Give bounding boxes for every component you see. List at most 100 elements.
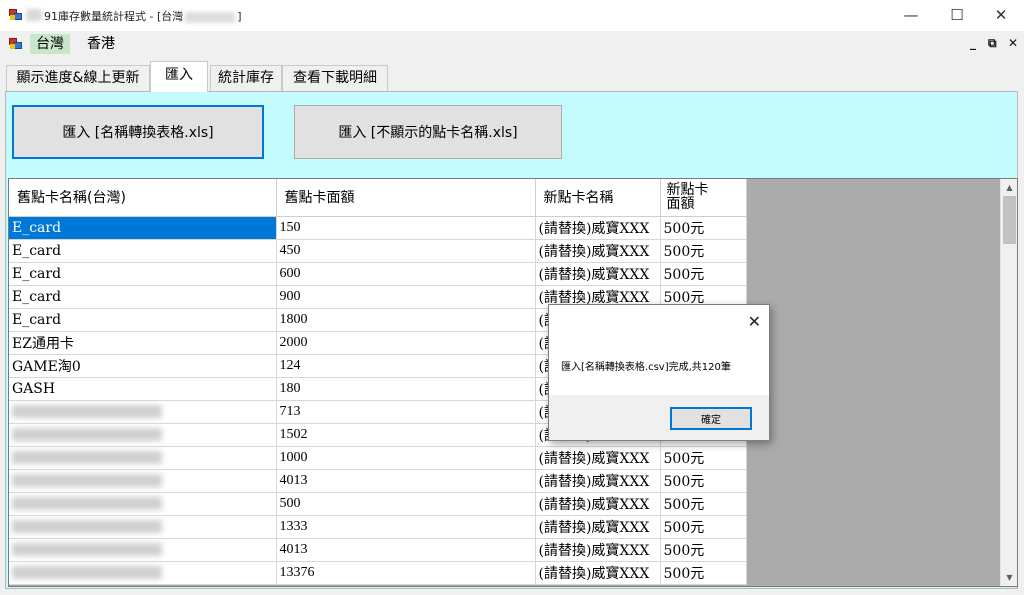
cell-old-name[interactable]: GAME淘0 bbox=[9, 354, 277, 378]
redacted-text bbox=[12, 405, 162, 418]
table-row[interactable]: 4013 (請替換)威寶XXX 500元 bbox=[9, 469, 747, 493]
maximize-button[interactable]: ☐ bbox=[934, 0, 980, 31]
app-icon[interactable] bbox=[9, 9, 23, 21]
cell-old-amount[interactable]: 713 bbox=[276, 400, 536, 424]
cell-old-amount[interactable]: 600 bbox=[276, 262, 536, 286]
close-button[interactable]: ✕ bbox=[978, 0, 1024, 31]
cell-new-amount[interactable]: 500元 bbox=[660, 561, 747, 585]
cell-new-amount[interactable]: 500元 bbox=[660, 262, 747, 286]
table-header-row: 舊點卡名稱(台灣) 舊點卡面額 新點卡名稱 新點卡 面額 bbox=[9, 179, 747, 217]
cell-new-amount[interactable]: 500元 bbox=[660, 216, 747, 240]
cell-new-name[interactable]: (請替換)威寶XXX bbox=[535, 492, 661, 516]
cell-old-name[interactable]: EZ通用卡 bbox=[9, 331, 277, 355]
cell-old-amount[interactable]: 1000 bbox=[276, 446, 536, 470]
redacted-text bbox=[12, 520, 162, 533]
cell-new-name[interactable]: (請替換)威寶XXX bbox=[535, 262, 661, 286]
column-header-old-name[interactable]: 舊點卡名稱(台灣) bbox=[9, 179, 277, 217]
cell-old-name[interactable] bbox=[9, 423, 277, 447]
cell-new-amount[interactable]: 500元 bbox=[660, 469, 747, 493]
cell-new-name[interactable]: (請替換)威寶XXX bbox=[535, 515, 661, 539]
cell-old-name[interactable] bbox=[9, 469, 277, 493]
mdi-close-button[interactable]: ✕ bbox=[1008, 36, 1018, 50]
cell-new-name[interactable]: (請替換)威寶XXX bbox=[535, 216, 661, 240]
import-name-table-button[interactable]: 匯入 [名稱轉換表格.xls] bbox=[12, 105, 264, 159]
redacted-text bbox=[12, 543, 162, 556]
minimize-button[interactable]: — bbox=[888, 0, 934, 31]
cell-old-name[interactable]: E_card bbox=[9, 216, 277, 240]
cell-old-amount[interactable]: 1333 bbox=[276, 515, 536, 539]
cell-old-name[interactable]: E_card bbox=[9, 308, 277, 332]
cell-new-name[interactable]: (請替換)威寶XXX bbox=[535, 469, 661, 493]
tab-strip: 顯示進度&線上更新 匯入 統計庫存 查看下載明細 bbox=[0, 57, 1024, 92]
redacted-text bbox=[12, 566, 162, 579]
table-row[interactable]: E_card 450 (請替換)威寶XXX 500元 bbox=[9, 239, 747, 263]
dialog-ok-button[interactable]: 確定 bbox=[670, 407, 752, 430]
tab-inventory-stats[interactable]: 統計庫存 bbox=[210, 65, 282, 91]
mdi-minimize-button[interactable]: _ bbox=[970, 36, 976, 50]
column-header-new-amount[interactable]: 新點卡 面額 bbox=[660, 179, 747, 217]
redacted-text bbox=[12, 451, 162, 464]
table-row[interactable]: 1333 (請替換)威寶XXX 500元 bbox=[9, 515, 747, 539]
cell-old-amount[interactable]: 1502 bbox=[276, 423, 536, 447]
menu-item-hongkong[interactable]: 香港 bbox=[81, 34, 121, 54]
scroll-down-arrow-icon[interactable]: ▼ bbox=[1001, 569, 1017, 586]
cell-new-amount[interactable]: 500元 bbox=[660, 446, 747, 470]
window-title: 91庫存數量統計程式 - [台灣] bbox=[44, 10, 242, 23]
cell-new-name[interactable]: (請替換)威寶XXX bbox=[535, 538, 661, 562]
cell-old-name[interactable] bbox=[9, 561, 277, 585]
cell-old-amount[interactable]: 124 bbox=[276, 354, 536, 378]
cell-old-amount[interactable]: 180 bbox=[276, 377, 536, 401]
cell-old-name[interactable]: GASH bbox=[9, 377, 277, 401]
cell-new-name[interactable]: (請替換)威寶XXX bbox=[535, 239, 661, 263]
cell-old-name[interactable] bbox=[9, 446, 277, 470]
cell-old-name[interactable] bbox=[9, 492, 277, 516]
mdi-child-icon[interactable] bbox=[9, 38, 23, 50]
cell-new-amount[interactable]: 500元 bbox=[660, 239, 747, 263]
tab-download-details[interactable]: 查看下載明細 bbox=[282, 65, 388, 91]
cell-new-amount[interactable]: 500元 bbox=[660, 538, 747, 562]
menu-item-taiwan[interactable]: 台灣 bbox=[30, 34, 70, 54]
dialog-close-icon[interactable]: ✕ bbox=[748, 312, 761, 331]
tab-import[interactable]: 匯入 bbox=[150, 61, 208, 92]
cell-old-name[interactable] bbox=[9, 400, 277, 424]
dialog-message: 匯入[名稱轉換表格.csv]完成,共120筆 bbox=[561, 362, 731, 373]
cell-old-amount[interactable]: 4013 bbox=[276, 469, 536, 493]
import-hidden-cards-button[interactable]: 匯入 [不顯示的點卡名稱.xls] bbox=[294, 105, 562, 159]
cell-old-amount[interactable]: 900 bbox=[276, 285, 536, 309]
tab-progress-update[interactable]: 顯示進度&線上更新 bbox=[6, 65, 150, 91]
redacted-text bbox=[12, 497, 162, 510]
cell-new-amount[interactable]: 500元 bbox=[660, 492, 747, 516]
table-row[interactable]: 13376 (請替換)威寶XXX 500元 bbox=[9, 561, 747, 585]
cell-old-name[interactable] bbox=[9, 538, 277, 562]
dialog-footer: 確定 bbox=[549, 395, 769, 440]
table-row[interactable]: 500 (請替換)威寶XXX 500元 bbox=[9, 492, 747, 516]
cell-old-amount[interactable]: 2000 bbox=[276, 331, 536, 355]
title-redacted-text bbox=[26, 9, 42, 21]
menu-bar: 台灣 香港 _ ⧉ ✕ bbox=[0, 31, 1024, 57]
message-dialog: ✕ 匯入[名稱轉換表格.csv]完成,共120筆 確定 bbox=[548, 304, 770, 441]
cell-old-amount[interactable]: 13376 bbox=[276, 561, 536, 585]
cell-old-name[interactable] bbox=[9, 515, 277, 539]
cell-old-amount[interactable]: 1800 bbox=[276, 308, 536, 332]
column-header-old-amount[interactable]: 舊點卡面額 bbox=[276, 179, 536, 217]
table-row[interactable]: E_card 150 (請替換)威寶XXX 500元 bbox=[9, 216, 747, 240]
vertical-scrollbar[interactable]: ▲ ▼ bbox=[1000, 179, 1017, 586]
cell-old-name[interactable]: E_card bbox=[9, 285, 277, 309]
cell-new-amount[interactable]: 500元 bbox=[660, 515, 747, 539]
cell-old-amount[interactable]: 500 bbox=[276, 492, 536, 516]
table-row[interactable]: 4013 (請替換)威寶XXX 500元 bbox=[9, 538, 747, 562]
table-row[interactable]: 1000 (請替換)威寶XXX 500元 bbox=[9, 446, 747, 470]
column-header-new-name[interactable]: 新點卡名稱 bbox=[535, 179, 661, 217]
mdi-restore-button[interactable]: ⧉ bbox=[988, 36, 997, 51]
scroll-thumb[interactable] bbox=[1003, 196, 1016, 244]
cell-new-name[interactable]: (請替換)威寶XXX bbox=[535, 446, 661, 470]
scroll-up-arrow-icon[interactable]: ▲ bbox=[1001, 179, 1017, 196]
cell-old-name[interactable]: E_card bbox=[9, 262, 277, 286]
cell-old-name[interactable]: E_card bbox=[9, 239, 277, 263]
cell-old-amount[interactable]: 450 bbox=[276, 239, 536, 263]
table-row[interactable]: E_card 600 (請替換)威寶XXX 500元 bbox=[9, 262, 747, 286]
cell-old-amount[interactable]: 150 bbox=[276, 216, 536, 240]
cell-new-name[interactable]: (請替換)威寶XXX bbox=[535, 561, 661, 585]
cell-old-amount[interactable]: 4013 bbox=[276, 538, 536, 562]
card-mapping-grid[interactable]: 舊點卡名稱(台灣) 舊點卡面額 新點卡名稱 新點卡 面額 E_card 150 (請替… bbox=[8, 178, 1018, 587]
